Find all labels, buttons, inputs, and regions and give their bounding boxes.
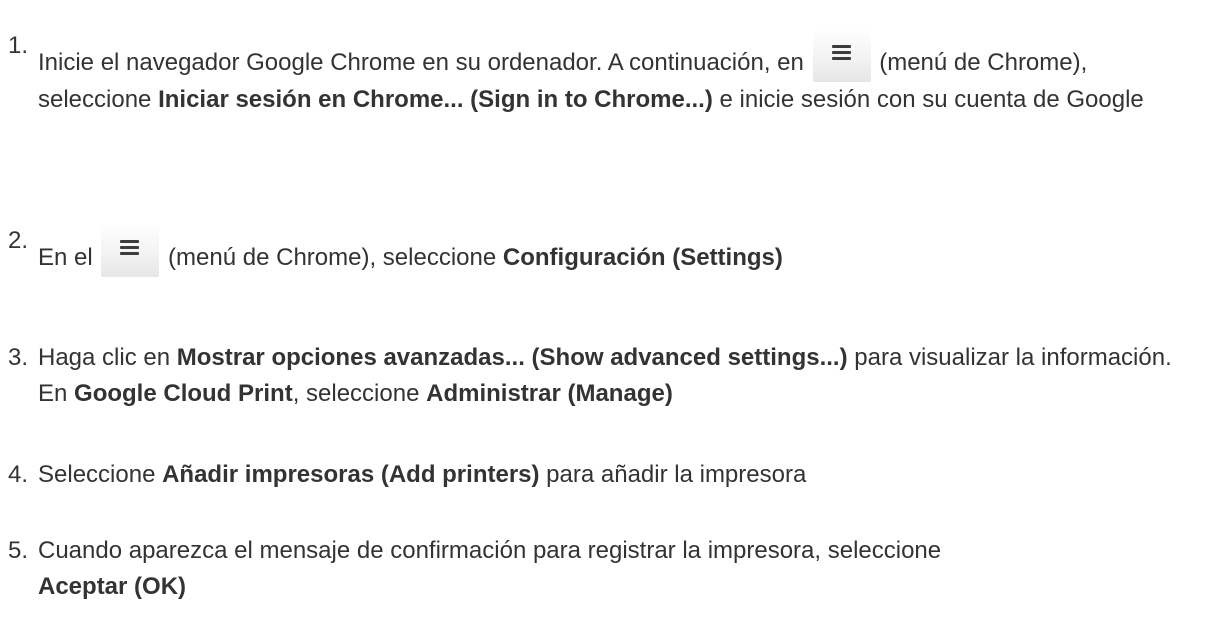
hamburger-menu-icon — [101, 223, 160, 277]
ui-label: Aceptar (OK) — [38, 573, 187, 600]
step-text-part: para añadir la impresora — [546, 461, 807, 488]
step-text: Seleccione Añadir impresoras (Add printe… — [38, 457, 1203, 493]
ui-label: Google Cloud Print — [74, 380, 293, 407]
step-text-part: Inicie el navegador Google Chrome en su … — [38, 49, 804, 76]
step-number: 2. — [8, 227, 29, 254]
step-number: 1. — [8, 32, 29, 59]
step-number: 3. — [8, 344, 29, 371]
ui-label: Mostrar opciones avanzadas... (Show adva… — [176, 344, 848, 371]
step-text-part: Haga clic en — [38, 344, 171, 371]
ui-label: Administrar (Manage) — [426, 380, 673, 407]
hamburger-menu-icon — [812, 28, 871, 82]
step-text: Inicie el navegador Google Chrome en su … — [38, 28, 1203, 118]
step-number: 5. — [8, 537, 29, 564]
step-text: En el (menú de Chrome), seleccione Confi… — [38, 223, 1203, 277]
step-text-part: , seleccione — [292, 380, 420, 407]
step-text: Cuando aparezca el mensaje de confirmaci… — [38, 533, 1203, 605]
ui-label: Añadir impresoras (Add printers) — [162, 461, 540, 488]
step-text-part: En el — [38, 244, 93, 271]
instruction-list: 1. Inicie el navegador Google Chrome en … — [0, 0, 1211, 630]
step-number: 4. — [8, 461, 29, 488]
ui-label: Configuración (Settings) — [502, 244, 783, 271]
step-text-part: Seleccione — [38, 461, 156, 488]
step-text-part: (menú de Chrome), seleccione — [168, 244, 497, 271]
step-text-part: e inicie sesión con su cuenta de Google — [719, 86, 1144, 113]
step-text-part: Cuando aparezca el mensaje de confirmaci… — [38, 537, 942, 564]
ui-label: Iniciar sesión en Chrome... (Sign in to … — [158, 86, 713, 113]
step-text: Haga clic en Mostrar opciones avanzadas.… — [38, 340, 1203, 412]
